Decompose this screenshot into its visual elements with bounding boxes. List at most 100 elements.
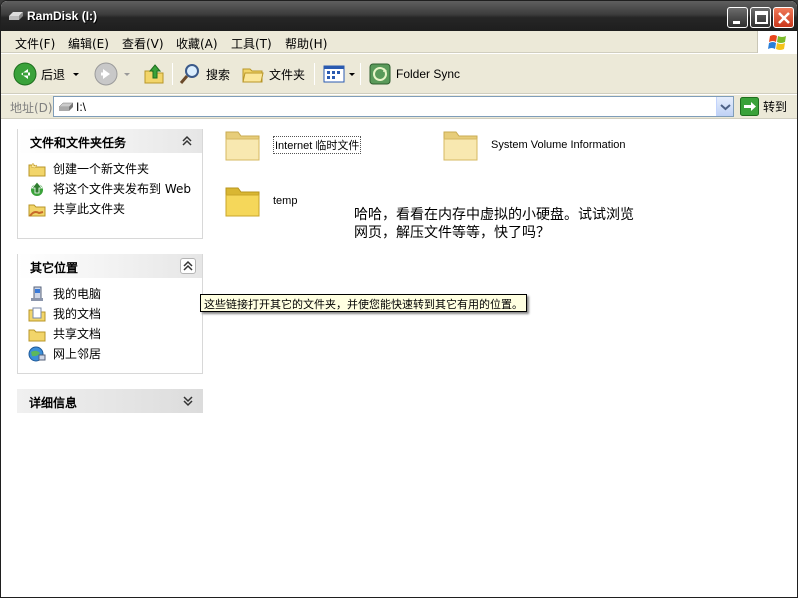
file-folder-tasks-panel: 文件和文件夹任务 创建一个新文件夹 将这个文件夹发布到 Web 共享此文件夹 <box>17 129 203 239</box>
folder-name: Internet 临时文件 <box>273 136 362 154</box>
network-places-icon <box>28 346 46 362</box>
other-places-panel: 其它位置 我的电脑 我的文档 共享文档 网上邻居 <box>17 254 203 374</box>
folder-sync-label: Folder Sync <box>396 67 461 81</box>
folder-sync-icon <box>369 63 391 85</box>
tooltip: 这些链接打开其它的文件夹，并使您能快速转到其它有用的位置。 <box>200 294 527 312</box>
panel-header[interactable]: 详细信息 <box>17 389 203 413</box>
views-dropdown-icon <box>349 73 355 76</box>
folder-icon <box>225 131 260 161</box>
my-documents-icon <box>28 307 46 322</box>
folders-button[interactable]: 文件夹 <box>241 61 305 87</box>
menu-file[interactable]: 文件(F) <box>15 35 55 52</box>
place-label: 共享文档 <box>53 327 102 341</box>
drive-icon <box>9 12 23 20</box>
place-my-computer[interactable]: 我的电脑 <box>28 284 202 304</box>
folder-name: System Volume Information <box>491 139 626 151</box>
menu-help[interactable]: 帮助(H) <box>285 35 327 52</box>
task-label: 将这个文件夹发布到 Web <box>53 182 191 196</box>
go-label: 转到 <box>763 100 788 114</box>
publish-web-icon <box>31 181 43 196</box>
collapse-icon[interactable] <box>179 133 195 149</box>
forward-button[interactable] <box>94 61 132 87</box>
address-value: I:\ <box>76 100 87 114</box>
go-arrow-icon <box>740 97 759 116</box>
address-label: 地址(D) <box>10 101 53 115</box>
up-folder-button[interactable] <box>142 61 166 87</box>
standard-toolbar: 后退 搜索 文件夹 Folder Sync <box>1 54 797 94</box>
annotation-text: 哈哈，看看在内存中虚拟的小硬盘。试试浏览网页，解压文件等等，快了吗？ <box>354 207 634 241</box>
folder-item[interactable]: temp <box>223 182 297 220</box>
panel-header[interactable]: 文件和文件夹任务 <box>18 129 202 153</box>
folders-icon <box>242 68 264 83</box>
folders-label: 文件夹 <box>269 67 306 82</box>
views-icon <box>323 65 345 83</box>
folder-item[interactable]: System Volume Information <box>441 126 626 164</box>
task-publish-web[interactable]: 将这个文件夹发布到 Web <box>28 179 202 199</box>
forward-dropdown-icon[interactable] <box>122 62 132 86</box>
new-folder-icon <box>28 162 46 177</box>
shared-documents-icon <box>28 329 46 342</box>
back-label: 后退 <box>41 67 66 82</box>
menu-tools[interactable]: 工具(T) <box>231 35 272 52</box>
back-button[interactable]: 后退 <box>13 61 81 87</box>
task-pane: 文件和文件夹任务 创建一个新文件夹 将这个文件夹发布到 Web 共享此文件夹 其… <box>1 120 211 597</box>
chevron-down-icon <box>720 104 731 111</box>
task-new-folder[interactable]: 创建一个新文件夹 <box>28 159 202 179</box>
forward-arrow-icon <box>94 62 118 86</box>
up-folder-icon <box>144 64 164 84</box>
explorer-window: RamDisk (I:) 文件(F) 编辑(E) 查看(V) 收藏(A) 工具(… <box>0 0 798 598</box>
folder-item[interactable]: Internet 临时文件 <box>223 126 362 164</box>
close-icon <box>778 12 790 24</box>
task-share-folder[interactable]: 共享此文件夹 <box>28 199 202 219</box>
task-label: 创建一个新文件夹 <box>53 162 150 176</box>
window-title: RamDisk (I:) <box>27 9 98 23</box>
task-label: 共享此文件夹 <box>53 202 126 216</box>
folder-icon <box>443 131 478 161</box>
folder-sync-button[interactable]: Folder Sync <box>368 61 460 87</box>
back-dropdown-icon[interactable] <box>71 62 81 86</box>
folder-icon <box>225 187 260 217</box>
folder-name: temp <box>273 195 298 207</box>
toolbar-separator <box>360 63 361 85</box>
maximize-icon <box>755 11 768 24</box>
collapse-icon <box>183 260 193 271</box>
maximize-button[interactable] <box>750 7 771 28</box>
address-input[interactable]: I:\ <box>53 96 734 117</box>
panel-header[interactable]: 其它位置 <box>18 254 202 278</box>
search-label: 搜索 <box>206 67 231 82</box>
address-dropdown-button[interactable] <box>716 97 733 116</box>
back-arrow-icon <box>13 62 37 86</box>
search-icon <box>179 64 199 84</box>
place-label: 我的文档 <box>53 307 102 321</box>
minimize-button[interactable] <box>727 7 748 28</box>
views-button[interactable] <box>322 61 356 87</box>
menu-edit[interactable]: 编辑(E) <box>68 35 109 52</box>
toolbar-separator <box>314 63 315 85</box>
drive-icon <box>58 102 74 111</box>
my-computer-icon <box>31 286 43 301</box>
collapse-button[interactable] <box>180 258 196 274</box>
minimize-icon <box>733 21 740 24</box>
place-shared-documents[interactable]: 共享文档 <box>28 324 202 344</box>
share-folder-icon <box>28 204 46 217</box>
place-label: 我的电脑 <box>53 287 102 301</box>
menu-bar: 文件(F) 编辑(E) 查看(V) 收藏(A) 工具(T) 帮助(H) <box>1 31 797 53</box>
file-list-view[interactable]: Internet 临时文件 System Volume Information … <box>211 120 797 597</box>
panel-title: 其它位置 <box>30 261 79 275</box>
go-button[interactable]: 转到 <box>740 97 787 116</box>
place-my-documents[interactable]: 我的文档 <box>28 304 202 324</box>
place-label: 网上邻居 <box>53 347 102 361</box>
panel-title: 文件和文件夹任务 <box>30 136 127 150</box>
menu-view[interactable]: 查看(V) <box>122 35 164 52</box>
details-panel: 详细信息 <box>17 389 203 413</box>
expand-icon[interactable] <box>180 393 196 409</box>
toolbar-separator <box>172 63 173 85</box>
menu-favorites[interactable]: 收藏(A) <box>176 35 218 52</box>
title-bar[interactable]: RamDisk (I:) <box>1 1 797 31</box>
address-bar: 地址(D) I:\ 转到 <box>1 95 797 119</box>
windows-logo-icon <box>757 31 797 53</box>
place-network[interactable]: 网上邻居 <box>28 344 202 364</box>
close-button[interactable] <box>773 7 794 28</box>
panel-title: 详细信息 <box>29 396 78 410</box>
search-button[interactable]: 搜索 <box>178 61 230 87</box>
